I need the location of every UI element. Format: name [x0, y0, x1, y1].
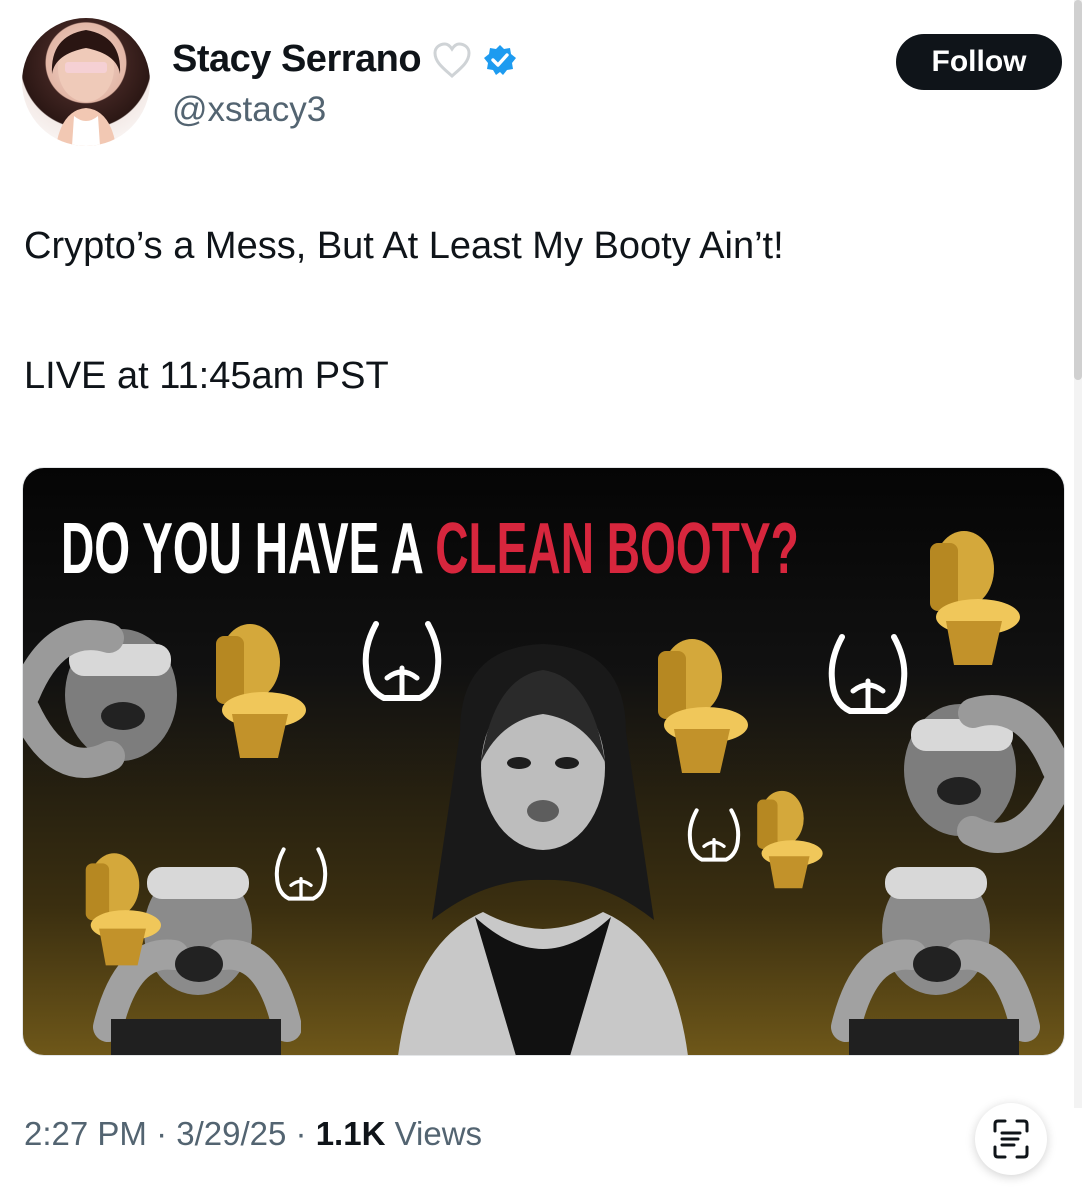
thumbnail-title: DO YOU HAVE A CLEAN BOOTY? — [61, 508, 799, 590]
avatar-image — [51, 30, 121, 146]
avatar[interactable] — [22, 18, 150, 146]
gold-toilet-icon — [85, 853, 161, 966]
scrollbar-thumb[interactable] — [1074, 0, 1082, 380]
author-handle[interactable]: @xstacy3 — [172, 90, 326, 130]
tweet-date[interactable]: 3/29/25 — [176, 1115, 286, 1152]
thumbnail-title-white: DO YOU HAVE A — [61, 509, 424, 589]
booty-outline-icon — [687, 808, 741, 862]
gold-toilet-icon — [757, 790, 823, 889]
tweet-time[interactable]: 2:27 PM — [24, 1115, 147, 1152]
media-thumbnail[interactable]: DO YOU HAVE A CLEAN BOOTY? — [22, 467, 1065, 1056]
gold-toilet-icon — [658, 639, 748, 773]
meta-separator: · — [156, 1115, 177, 1152]
tweet-meta: 2:27 PM · 3/29/25 · 1.1K Views — [24, 1115, 482, 1153]
author-name-row: Stacy Serrano — [172, 38, 517, 81]
author-name[interactable]: Stacy Serrano — [172, 38, 422, 81]
scan-icon[interactable] — [975, 1103, 1047, 1175]
left-top-man-figure — [23, 620, 177, 778]
meta-separator: · — [295, 1115, 316, 1152]
booty-outline-icon — [828, 634, 908, 714]
tweet-text-line-2: LIVE at 11:45am PST — [24, 355, 389, 397]
views-label: Views — [394, 1115, 483, 1152]
tweet-text-line-1: Crypto’s a Mess, But At Least My Booty A… — [24, 225, 784, 267]
thumbnail-title-red: CLEAN BOOTY? — [435, 509, 799, 589]
views-count: 1.1K — [315, 1115, 386, 1152]
verified-icon — [483, 43, 517, 77]
follow-button[interactable]: Follow — [896, 34, 1062, 90]
tweet-header: Stacy Serrano @xstacy3 Follow — [22, 18, 1062, 148]
gold-toilet-icon — [930, 531, 1020, 665]
booty-outline-icon — [274, 847, 328, 901]
right-bottom-man-figure — [831, 867, 1040, 1055]
booty-outline-icon — [362, 621, 442, 701]
heart-icon — [431, 41, 473, 79]
gold-toilet-icon — [216, 624, 306, 758]
